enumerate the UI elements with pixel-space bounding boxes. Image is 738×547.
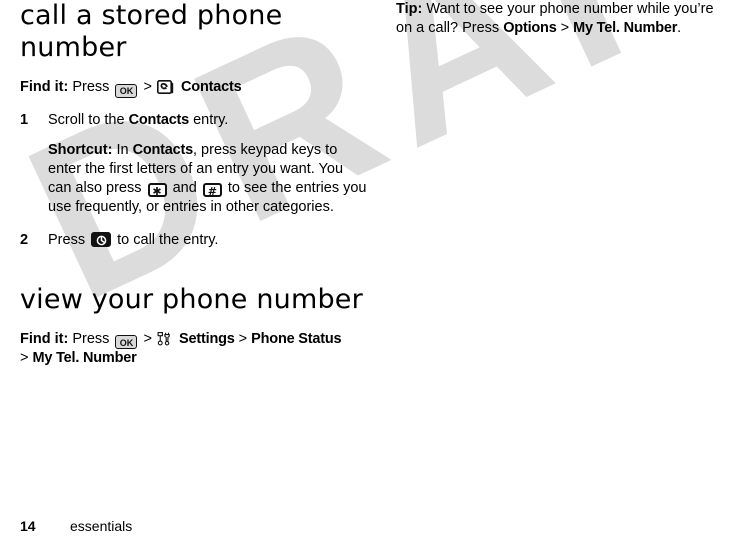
menu-separator-2: > — [238, 330, 248, 347]
options-menu-label: Options — [503, 20, 557, 36]
menu-separator-3: > — [20, 350, 29, 366]
step-2-text-before: Press — [48, 231, 86, 248]
step-2-number: 2 — [20, 231, 29, 248]
menu-separator-1: > — [143, 330, 152, 347]
contacts-menu-label: Contacts — [181, 79, 242, 95]
find-it-contacts: Find it: Press OK > Contacts — [20, 78, 370, 98]
shortcut-note: Shortcut: In Contacts, press keypad keys … — [48, 141, 370, 217]
step-1: 1 Scroll to the Contacts entry. Shortcut… — [20, 111, 370, 217]
section-title-call-stored-number: call a stored phone number — [20, 0, 283, 63]
star-key-icon: ✱ — [147, 183, 167, 197]
find-it-second-line: > My Tel. Number — [20, 349, 370, 368]
section-title-view-phone-number: view your phone number — [20, 283, 363, 315]
ok-key-icon-2: OK — [115, 335, 138, 349]
step-1-text-before: Scroll to the — [48, 111, 125, 128]
manual-page: call a stored phone number Find it: Pres… — [0, 0, 738, 547]
tip-my-tel-number-label: My Tel. Number — [573, 20, 678, 36]
shortcut-part3: and — [172, 179, 197, 196]
page-number: 14 — [20, 518, 36, 534]
shortcut-part1: In — [116, 141, 129, 158]
tip-block: Tip: Want to see your phone number while… — [396, 0, 726, 38]
tip-period: . — [677, 20, 682, 36]
press-word: Press — [72, 79, 110, 95]
find-it-lead-2: Find it: — [20, 330, 69, 347]
page-footer: 14 essentials — [20, 517, 720, 535]
steps-list-call-stored-number: 1 Scroll to the Contacts entry. Shortcut… — [20, 111, 370, 250]
find-it-lead: Find it: — [20, 79, 69, 95]
shortcut-ui-label: Contacts — [132, 141, 194, 158]
step-2: 2 Press to call the entry. — [20, 231, 370, 250]
step-1-text-after: entry. — [193, 111, 229, 128]
send-key-icon — [91, 232, 112, 247]
contacts-icon — [157, 80, 174, 94]
chapter-name: essentials — [70, 518, 133, 534]
my-tel-number-menu-label: My Tel. Number — [32, 350, 137, 366]
tip-menu-separator: > — [560, 20, 570, 36]
settings-tools-icon — [157, 331, 172, 346]
tip-lead: Tip: — [396, 1, 423, 17]
left-column: call a stored phone number Find it: Pres… — [20, 0, 370, 368]
ok-key-icon: OK — [115, 83, 138, 98]
shortcut-lead: Shortcut: — [48, 141, 113, 158]
settings-menu-label: Settings — [179, 330, 235, 347]
find-it-phone-status: Find it: Press OK > Settings > Phone Sta… — [20, 330, 370, 369]
step-1-number: 1 — [20, 111, 29, 128]
phone-status-menu-label: Phone Status — [251, 330, 342, 347]
press-word-2: Press — [72, 330, 110, 347]
pound-key-icon: # — [202, 183, 222, 197]
step-1-ui-label: Contacts — [128, 111, 190, 128]
menu-separator: > — [143, 79, 152, 95]
right-column: Tip: Want to see your phone number while… — [396, 0, 726, 38]
step-2-text-after: to call the entry. — [117, 231, 219, 248]
